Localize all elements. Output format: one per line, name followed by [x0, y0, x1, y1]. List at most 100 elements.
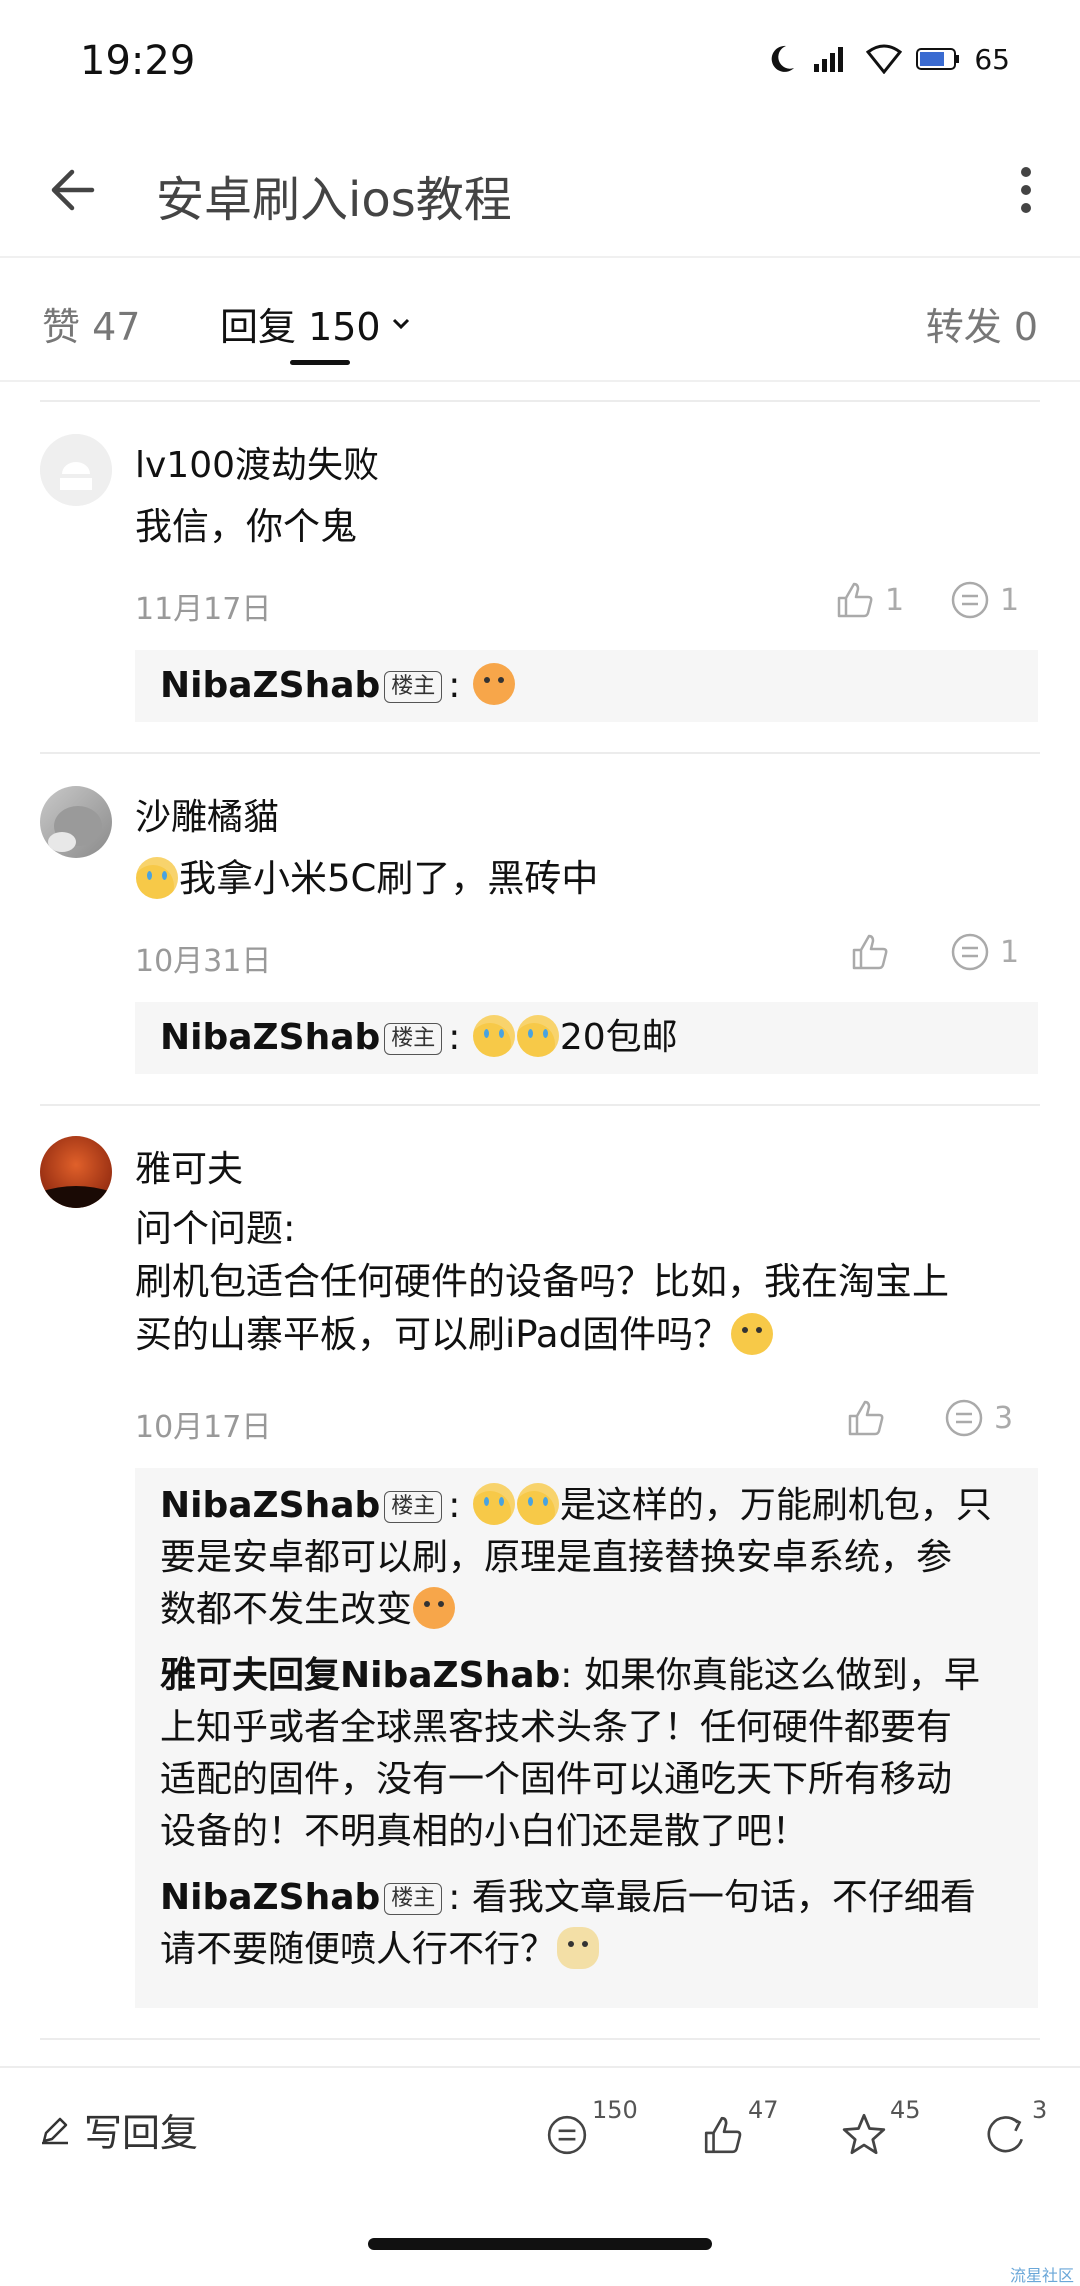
- favorite-button[interactable]: 45: [842, 2096, 921, 2156]
- signal-icon: [814, 47, 844, 72]
- like-button[interactable]: [850, 932, 900, 972]
- thumbs-up-icon: [852, 934, 888, 970]
- tab-replies[interactable]: 回复 150: [220, 296, 413, 351]
- moon-icon: [772, 45, 795, 72]
- reply-item: NibaZShab 楼主: 20包邮: [135, 1002, 1038, 1064]
- chevron-down-icon: [392, 318, 409, 329]
- comment-author[interactable]: 沙雕橘貓: [135, 788, 279, 840]
- reply-box[interactable]: NibaZShab 楼主: 20包邮: [135, 1002, 1038, 1074]
- comment-line: 问个问题:: [135, 1207, 296, 1250]
- like-button[interactable]: [846, 1398, 896, 1438]
- reply-tail: 20包邮: [559, 1017, 678, 1058]
- reply-button[interactable]: 1: [950, 580, 1019, 620]
- likes-count: 47: [748, 2096, 779, 2124]
- reply-item: NibaZShab 楼主: 看我文章最后一句话，不仔细看: [135, 1872, 1038, 1924]
- replies-count: 150: [592, 2096, 638, 2124]
- page-title: 安卓刷入ios教程: [156, 172, 512, 228]
- comment-line: 刷机包适合任何硬件的设备吗？比如，我在淘宝上: [135, 1260, 949, 1303]
- reply-item: NibaZShab 楼主: 是这样的，万能刷机包，只: [135, 1468, 1038, 1532]
- reply-count: 1: [1000, 934, 1020, 970]
- reply-item: 雅可夫回复NibaZShab: 如果你真能这么做到，早: [135, 1650, 1038, 1702]
- reply-count: 3: [994, 1400, 1014, 1436]
- more-options-icon[interactable]: [1014, 166, 1038, 214]
- comment-icon: [951, 933, 989, 971]
- dog-emoji-icon: [557, 1927, 600, 1969]
- avatar[interactable]: [40, 786, 112, 858]
- status-icons: 65: [764, 42, 1010, 76]
- reply-button[interactable]: 1: [950, 932, 1019, 972]
- tab-shares[interactable]: 转发 0: [926, 296, 1038, 351]
- comment-date: 10月17日: [135, 1410, 272, 1445]
- reply-text: 请不要随便喷人行不行？: [160, 1929, 557, 1970]
- stars-count: 45: [890, 2096, 921, 2124]
- reply-author[interactable]: NibaZShab: [160, 1485, 380, 1526]
- reply-text-line: 上知乎或者全球黑客技术头条了！任何硬件都要有: [160, 1707, 953, 1748]
- comment-date: 10月31日: [135, 944, 272, 979]
- row-divider: [40, 2038, 1040, 2040]
- reply-text: 是这样的，万能刷机包，只: [559, 1485, 992, 1526]
- reply-text-line: 数都不发生改变: [135, 1584, 1038, 1636]
- emoji-icon: [472, 1483, 515, 1525]
- active-tab-indicator: [290, 360, 350, 365]
- bottom-bar-divider: [0, 2066, 1080, 2068]
- like-count: 1: [885, 582, 905, 618]
- comment-content: 我信，你个鬼: [135, 505, 357, 548]
- header-divider: [0, 256, 1080, 258]
- emoji-icon: [472, 1015, 515, 1057]
- battery-level: 65: [974, 42, 1010, 76]
- android-avatar-icon: [40, 434, 112, 506]
- shares-count: 3: [1032, 2096, 1048, 2124]
- reply-author[interactable]: NibaZShab: [160, 665, 380, 706]
- share-icon: [987, 2116, 1023, 2153]
- back-arrow-icon[interactable]: [44, 160, 104, 220]
- row-divider: [40, 752, 1040, 754]
- tab-likes[interactable]: 赞 47: [42, 296, 140, 351]
- reply-text-line: 设备的！不明真相的小白们还是散了吧！: [160, 1811, 809, 1852]
- like-button[interactable]: 1: [835, 580, 904, 620]
- thumbs-up-icon: [848, 1400, 884, 1436]
- reply-box[interactable]: NibaZShab 楼主: 是这样的，万能刷机包，只 要是安卓都可以刷，原理是直接…: [135, 1468, 1038, 2008]
- reply-text-line: 请不要随便喷人行不行？: [135, 1924, 1038, 1976]
- avatar[interactable]: [40, 1136, 112, 1208]
- comment-line-3: 买的山寨平板，可以刷iPad固件吗？: [135, 1308, 1035, 1361]
- avatar[interactable]: [40, 434, 112, 506]
- reply-text: :: [448, 665, 461, 706]
- owner-badge: 楼主: [384, 1491, 443, 1523]
- comment-content: 问个问题: 刷机包适合任何硬件的设备吗？比如，我在淘宝上 买的山寨平板，可以刷i…: [135, 1202, 1035, 1361]
- comment-content: 我拿小米5C刷了，黑砖中: [135, 852, 598, 905]
- comment-line-text: 买的山寨平板，可以刷iPad固件吗？: [135, 1313, 731, 1356]
- thumbs-up-icon: [704, 2116, 742, 2154]
- reply-count: 1: [1000, 582, 1020, 618]
- wifi-icon: [866, 44, 903, 74]
- comment-author[interactable]: lv100渡劫失败: [135, 436, 379, 488]
- emoji-icon: [516, 1483, 559, 1525]
- write-reply-label: 写回复: [84, 2111, 199, 2155]
- battery-icon: [916, 48, 960, 70]
- thumbs-up-icon: [837, 582, 873, 618]
- reply-author[interactable]: 雅可夫回复NibaZShab: [160, 1655, 560, 1696]
- reply-text: : 如果你真能这么做到，早: [560, 1655, 980, 1696]
- emoji-icon: [472, 663, 515, 705]
- sunset-avatar-icon: [40, 1186, 112, 1208]
- row-divider: [40, 400, 1040, 402]
- reply-text: :: [448, 1017, 461, 1058]
- reply-text-line: 要是安卓都可以刷，原理是直接替换安卓系统，参: [160, 1537, 953, 1578]
- owner-badge: 楼主: [384, 1883, 443, 1915]
- owner-badge: 楼主: [384, 671, 443, 703]
- reply-item: NibaZShab 楼主:: [135, 650, 1038, 712]
- comment-icon: [547, 2115, 587, 2155]
- share-button[interactable]: 3: [986, 2096, 1047, 2156]
- tabs-divider: [0, 380, 1080, 382]
- write-reply-button[interactable]: 写回复: [40, 2102, 198, 2157]
- like-post-button[interactable]: 47: [702, 2096, 779, 2156]
- reply-author[interactable]: NibaZShab: [160, 1017, 380, 1058]
- reply-button[interactable]: 3: [944, 1398, 1013, 1438]
- comment-icon: [951, 581, 989, 619]
- cat-avatar-icon: [48, 806, 102, 852]
- home-indicator[interactable]: [368, 2238, 712, 2250]
- comment-author[interactable]: 雅可夫: [135, 1140, 243, 1192]
- replies-button[interactable]: 150: [546, 2096, 638, 2156]
- emoji-icon: [731, 1313, 774, 1355]
- reply-box[interactable]: NibaZShab 楼主:: [135, 650, 1038, 722]
- reply-author[interactable]: NibaZShab: [160, 1877, 380, 1918]
